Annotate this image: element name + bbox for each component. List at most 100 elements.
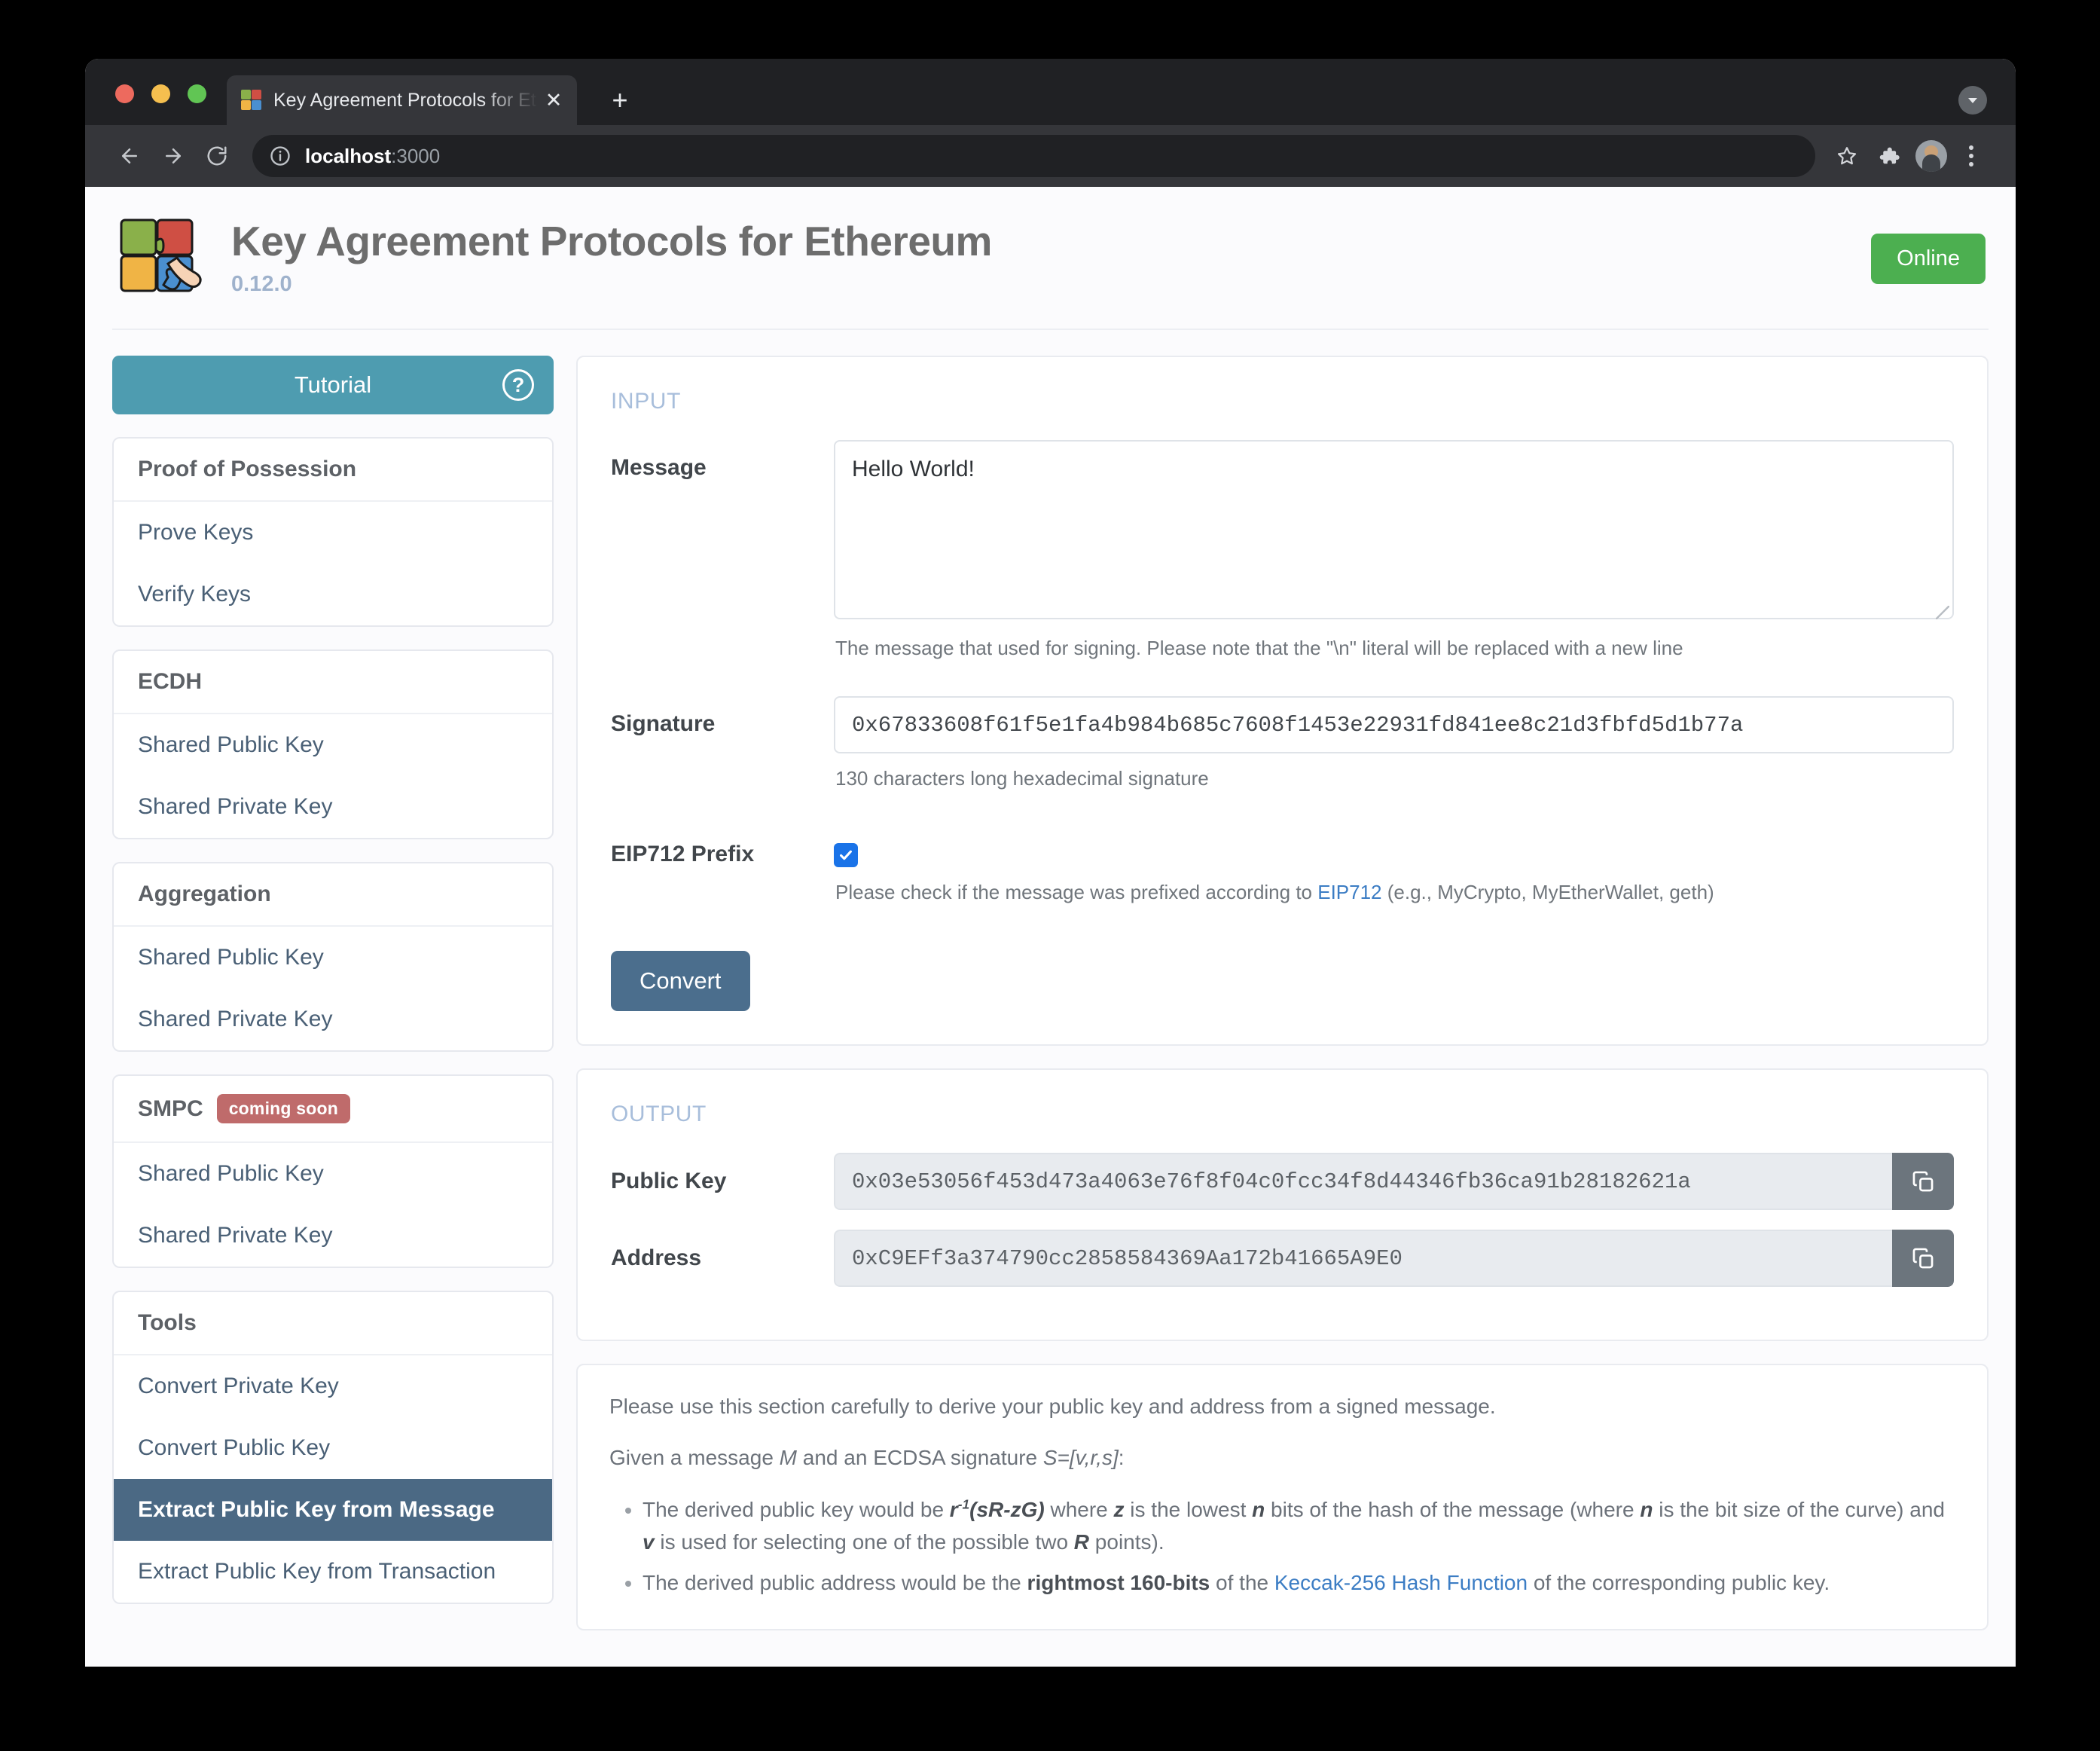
sidebar-item-aggregation-shared-public-key[interactable]: Shared Public Key — [114, 927, 552, 989]
b1-p2: where — [1044, 1498, 1114, 1521]
public-key-row: Public Key 0x03e53056f453d473a4063e76f8f… — [600, 1153, 1954, 1210]
sidebar-item-aggregation-shared-private-key[interactable]: Shared Private Key — [114, 989, 552, 1050]
sidebar-item-convert-private-key[interactable]: Convert Private Key — [114, 1355, 552, 1417]
sidebar-item-prove-keys[interactable]: Prove Keys — [114, 502, 552, 564]
b1-formula2: (sR-zG) — [969, 1498, 1045, 1521]
reload-icon[interactable] — [195, 134, 239, 178]
tutorial-label: Tutorial — [294, 371, 372, 398]
extensions-puzzle-icon[interactable] — [1868, 135, 1910, 177]
signature-input[interactable]: 0x67833608f61f5e1fa4b984b685c7608f1453e2… — [834, 696, 1954, 753]
app-version: 0.12.0 — [231, 272, 292, 297]
sidebar-group-aggregation: Aggregation Shared Public Key Shared Pri… — [112, 862, 554, 1052]
b1-p3: is the lowest — [1124, 1498, 1253, 1521]
sidebar-group-tools: Tools Convert Private Key Convert Public… — [112, 1291, 554, 1604]
sidebar-item-smpc-shared-private-key[interactable]: Shared Private Key — [114, 1205, 552, 1267]
address-bar-url: localhost:3000 — [305, 145, 440, 168]
coming-soon-badge: coming soon — [216, 1094, 350, 1123]
sidebar-item-ecdh-shared-public-key[interactable]: Shared Public Key — [114, 714, 552, 776]
message-input[interactable] — [834, 440, 1954, 619]
profile-avatar[interactable] — [1910, 135, 1952, 177]
keccak-link[interactable]: Keccak-256 Hash Function — [1274, 1571, 1528, 1594]
app-logo-icon — [115, 214, 204, 303]
input-legend: INPUT — [611, 389, 681, 414]
convert-button[interactable]: Convert — [611, 951, 750, 1011]
sidebar-item-extract-public-key-from-message[interactable]: Extract Public Key from Message — [114, 1479, 552, 1541]
sidebar-group-label: ECDH — [138, 669, 203, 694]
browser-tab[interactable]: Key Agreement Protocols for Et ✕ — [227, 75, 577, 125]
forward-icon[interactable] — [151, 134, 195, 178]
help-circle-icon[interactable]: ? — [502, 369, 534, 401]
url-port: :3000 — [391, 144, 441, 167]
signature-label: Signature — [611, 711, 716, 736]
minimize-window-button[interactable] — [151, 84, 170, 103]
given-s: S=[v,r,s] — [1042, 1446, 1119, 1469]
copy-icon — [1912, 1248, 1934, 1269]
browser-tabstrip: Key Agreement Protocols for Et ✕ + — [85, 59, 2016, 125]
eip712-help-text: Please check if the message was prefixed… — [835, 881, 1954, 904]
eip712-checkbox[interactable] — [834, 843, 858, 867]
copy-icon — [1912, 1171, 1934, 1192]
sidebar-item-ecdh-shared-private-key[interactable]: Shared Private Key — [114, 776, 552, 838]
b1-formula: r — [949, 1498, 958, 1521]
info-given: Given a message M and an ECDSA signature… — [609, 1442, 1955, 1474]
url-host: localhost — [305, 144, 392, 167]
copy-address-button[interactable] — [1892, 1230, 1954, 1287]
info-bullet-public-key: The derived public key would be r-1(sR-z… — [643, 1493, 1955, 1559]
sidebar-group-title: Aggregation — [114, 863, 552, 927]
main-content: INPUT Message The message that used for … — [576, 356, 1989, 1631]
site-info-icon[interactable] — [269, 145, 291, 167]
close-window-button[interactable] — [115, 84, 134, 103]
sidebar: Tutorial ? Proof of Possession Prove Key… — [112, 356, 554, 1630]
status-badge[interactable]: Online — [1871, 233, 1986, 284]
eip712-link[interactable]: EIP712 — [1317, 881, 1381, 903]
public-key-value[interactable]: 0x03e53056f453d473a4063e76f8f04c0fcc34f8… — [834, 1153, 1892, 1210]
back-icon[interactable] — [108, 134, 151, 178]
bookmark-star-icon[interactable] — [1826, 135, 1868, 177]
check-icon — [840, 850, 852, 860]
b2-p1: The derived public address would be the — [643, 1570, 1027, 1594]
sidebar-item-extract-public-key-from-transaction[interactable]: Extract Public Key from Transaction — [114, 1541, 552, 1603]
signature-field-row: Signature 0x67833608f61f5e1fa4b984b685c7… — [600, 696, 1954, 820]
b2-strong: rightmost 160-bits — [1027, 1570, 1210, 1594]
copy-public-key-button[interactable] — [1892, 1153, 1954, 1210]
message-field-row: Message The message that used for signin… — [600, 440, 1954, 690]
tutorial-button[interactable]: Tutorial ? — [112, 356, 554, 414]
eip712-help-before: Please check if the message was prefixed… — [835, 881, 1318, 903]
eip712-field-row: EIP712 Prefix Please check if the messag… — [600, 827, 1954, 934]
browser-window: Key Agreement Protocols for Et ✕ + local… — [85, 59, 2016, 1667]
b1-z: z — [1113, 1498, 1125, 1521]
app-title-block: Key Agreement Protocols for Ethereum 0.1… — [231, 217, 1871, 298]
eip712-help-after: (e.g., MyCrypto, MyEtherWallet, geth) — [1381, 881, 1714, 903]
b1-p6: is used for selecting one of the possibl… — [654, 1530, 1074, 1554]
message-help-text: The message that used for signing. Pleas… — [835, 637, 1683, 659]
sidebar-group-label: Tools — [138, 1310, 197, 1335]
close-tab-icon[interactable]: ✕ — [541, 87, 566, 113]
b2-p2: of the — [1210, 1570, 1274, 1594]
sidebar-group-title: ECDH — [114, 651, 552, 714]
b1-n2: n — [1640, 1498, 1653, 1521]
sidebar-item-smpc-shared-public-key[interactable]: Shared Public Key — [114, 1143, 552, 1205]
sidebar-item-verify-keys[interactable]: Verify Keys — [114, 564, 552, 625]
eip712-label: EIP712 Prefix — [611, 842, 755, 866]
b1-v: v — [643, 1530, 655, 1554]
puzzle-favicon-icon — [240, 89, 263, 112]
maximize-window-button[interactable] — [188, 84, 206, 103]
address-bar[interactable]: localhost:3000 — [252, 135, 1815, 177]
avatar — [1915, 140, 1947, 172]
address-row: Address 0xC9EFf3a374790cc2858584369Aa172… — [600, 1230, 1954, 1287]
b1-p4: bits of the hash of the message (where — [1265, 1498, 1641, 1521]
browser-toolbar: localhost:3000 — [85, 125, 2016, 187]
message-label: Message — [611, 455, 707, 480]
sidebar-group-label: Aggregation — [138, 882, 271, 906]
sidebar-item-convert-public-key[interactable]: Convert Public Key — [114, 1417, 552, 1479]
address-label: Address — [611, 1245, 702, 1270]
new-tab-icon[interactable]: + — [605, 86, 635, 116]
info-bullets: The derived public key would be r-1(sR-z… — [609, 1493, 1955, 1599]
sidebar-group-label: Proof of Possession — [138, 457, 357, 481]
chrome-menu-icon[interactable] — [1952, 135, 1990, 177]
sidebar-group-title: Proof of Possession — [114, 439, 552, 502]
address-value[interactable]: 0xC9EFf3a374790cc2858584369Aa172b41665A9… — [834, 1230, 1892, 1287]
chrome-update-icon[interactable] — [1958, 86, 1987, 115]
sidebar-group-label: SMPC — [138, 1096, 203, 1121]
page-title: Key Agreement Protocols for Ethereum — [231, 217, 992, 264]
